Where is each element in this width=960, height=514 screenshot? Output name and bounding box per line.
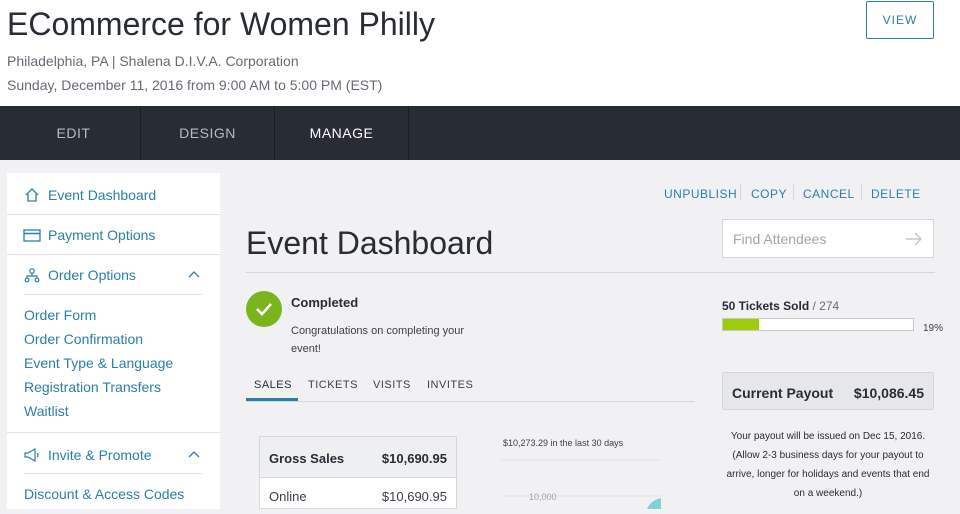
action-separator <box>861 184 862 200</box>
arrow-right-icon[interactable] <box>904 229 924 249</box>
unpublish-link[interactable]: UNPUBLISH <box>664 187 737 201</box>
sidebar-item-event-dashboard[interactable]: Event Dashboard <box>7 175 220 215</box>
gross-sales-card: Gross Sales $10,690.95 Online $10,690.95 <box>259 436 457 509</box>
tickets-capacity: / 274 <box>812 299 840 313</box>
current-payout-label: Current Payout <box>732 385 834 401</box>
view-button[interactable]: VIEW <box>866 1 934 39</box>
title-divider <box>246 272 935 273</box>
subtab-tickets[interactable]: TICKETS <box>308 379 358 391</box>
main-tab-bar: EDIT DESIGN MANAGE <box>0 106 960 160</box>
gross-sales-header: Gross Sales $10,690.95 <box>260 437 456 478</box>
copy-link[interactable]: COPY <box>751 187 787 201</box>
delete-link[interactable]: DELETE <box>871 187 921 201</box>
waitlist-link[interactable]: Waitlist <box>24 403 69 419</box>
sidebar-item-order-options[interactable]: Order Options <box>7 255 220 295</box>
search-placeholder: Find Attendees <box>733 231 827 247</box>
sidebar-item-label: Invite & Promote <box>48 447 152 463</box>
event-title: ECommerce for Women Philly <box>7 6 435 42</box>
main-content: UNPUBLISH COPY CANCEL DELETE Event Dashb… <box>220 160 960 509</box>
order-form-link[interactable]: Order Form <box>24 307 96 323</box>
page-title: Event Dashboard <box>246 225 494 261</box>
tab-design[interactable]: DESIGN <box>141 106 275 160</box>
chevron-up-icon[interactable] <box>187 448 201 462</box>
event-location: Philadelphia, PA | Shalena D.I.V.A. Corp… <box>7 53 299 69</box>
tickets-sold: 50 Tickets Sold <box>722 299 810 313</box>
current-payout-value: $10,086.45 <box>853 385 924 401</box>
tickets-progress-percent: 19% <box>923 323 944 334</box>
chart-tick-label: 10,000 <box>529 492 557 502</box>
tickets-progress-fill <box>723 319 760 330</box>
tab-edit[interactable]: EDIT <box>7 106 141 160</box>
action-separator <box>740 184 741 200</box>
event-datetime: Sunday, December 11, 2016 from 9:00 AM t… <box>7 77 383 93</box>
org-chart-icon <box>23 266 41 284</box>
subtab-invites[interactable]: INVITES <box>427 379 473 391</box>
payout-note: Your payout will be issued on Dec 15, 20… <box>726 431 930 499</box>
sidebar-item-label: Order Options <box>48 267 136 283</box>
event-header: ECommerce for Women Philly Philadelphia,… <box>0 0 960 106</box>
sidebar-item-label: Payment Options <box>48 226 156 243</box>
subtab-sales[interactable]: SALES <box>254 379 292 391</box>
divider <box>7 432 220 433</box>
status-title: Completed <box>291 295 359 310</box>
sales-chart: 10,000 <box>501 458 661 509</box>
sidebar-item-payment-options[interactable]: Payment Options <box>7 215 220 255</box>
credit-card-icon <box>23 226 41 244</box>
divider <box>24 294 202 295</box>
order-confirmation-link[interactable]: Order Confirmation <box>24 331 143 347</box>
subtab-visits[interactable]: VISITS <box>373 379 411 391</box>
status-message: Congratulations on completing your event… <box>291 325 465 355</box>
online-sales-value: $10,690.95 <box>381 489 447 504</box>
chevron-up-icon[interactable] <box>187 268 201 282</box>
discount-access-codes-link[interactable]: Discount & Access Codes <box>24 486 184 502</box>
sidebar: Event Dashboard Payment Options Order Op… <box>7 173 220 509</box>
action-separator <box>793 184 794 200</box>
megaphone-icon <box>23 446 41 464</box>
gross-sales-value: $10,690.95 <box>381 451 447 466</box>
active-subtab-indicator <box>246 398 298 401</box>
chart-series-area <box>647 498 661 509</box>
find-attendees-input[interactable]: Find Attendees <box>722 219 934 258</box>
gross-sales-label: Gross Sales <box>269 451 345 466</box>
tickets-progress-bar <box>722 318 914 331</box>
event-type-language-link[interactable]: Event Type & Language <box>24 355 173 371</box>
sidebar-item-invite-promote[interactable]: Invite & Promote <box>7 435 220 475</box>
divider <box>24 473 202 474</box>
online-sales-label: Online <box>269 489 307 504</box>
tickets-sold-label: 50 Tickets Sold / 274 <box>722 299 839 313</box>
home-icon <box>23 186 41 204</box>
registration-transfers-link[interactable]: Registration Transfers <box>24 379 161 395</box>
subtab-divider <box>246 401 695 402</box>
tab-manage[interactable]: MANAGE <box>275 106 409 160</box>
checkmark-icon <box>246 291 282 327</box>
cancel-link[interactable]: CANCEL <box>803 187 855 201</box>
chart-caption: $10,273.29 in the last 30 days <box>503 438 624 448</box>
sidebar-item-label: Event Dashboard <box>48 186 157 203</box>
current-payout-box: Current Payout $10,086.45 <box>722 372 934 410</box>
